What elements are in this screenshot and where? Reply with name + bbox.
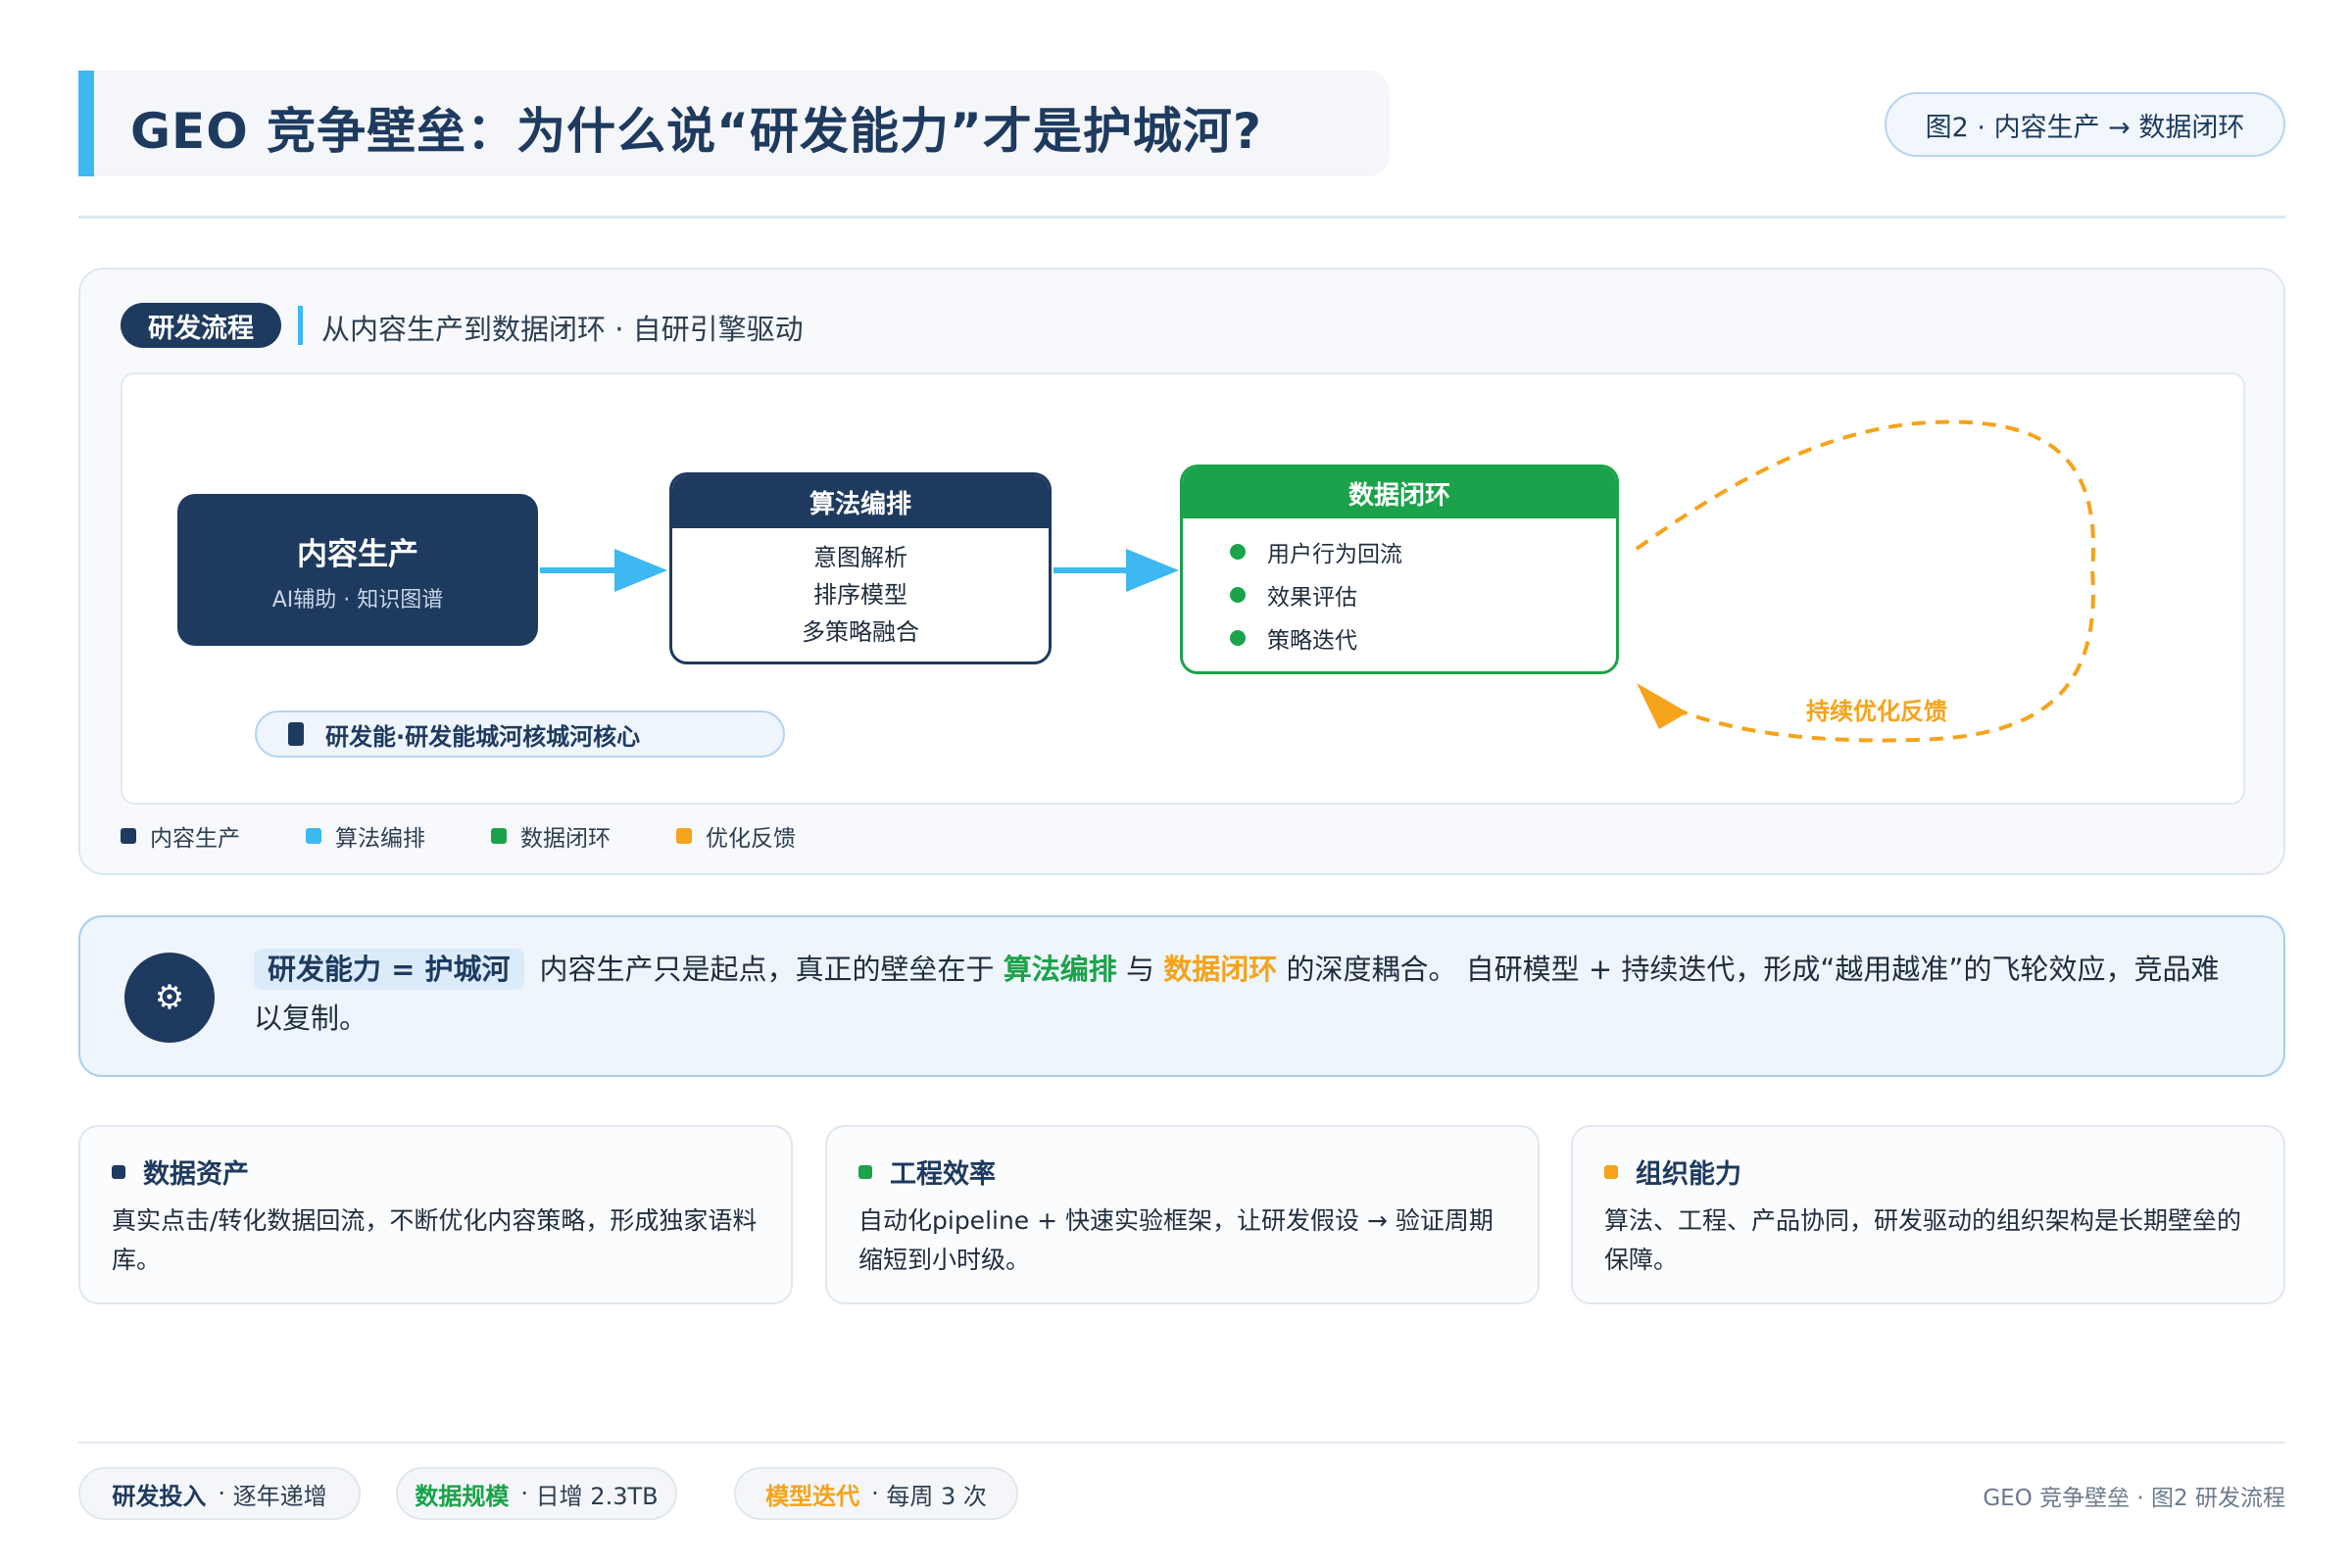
card-title: 组织能力 [1636, 1159, 1741, 1190]
figure-badge: 图2 · 内容生产 → 数据闭环 [1885, 92, 2285, 157]
card-body: 真实点击/转化数据回流，不断优化内容策略，形成独家语料库。 [112, 1206, 758, 1274]
flow-tag: 研发流程 [121, 303, 281, 348]
data-loop-item: 策略迭代 [1230, 616, 1616, 660]
card-marker [112, 1164, 125, 1179]
data-loop-item: 用户行为回流 [1230, 530, 1616, 573]
bullet-dot [1230, 630, 1246, 646]
node-content-production: 内容生产 AI辅助 · 知识图谱 [177, 494, 538, 646]
node-data-loop: 数据闭环 用户行为回流 效果评估 策略迭代 [1180, 465, 1619, 674]
card-body: 算法、工程、产品协同，研发驱动的组织架构是长期壁垒的保障。 [1604, 1206, 2242, 1274]
title-accent-bar [78, 71, 94, 176]
legend-swatch [121, 828, 136, 844]
flow-subtitle: 从内容生产到数据闭环 · 自研引擎驱动 [321, 313, 804, 346]
node-algorithm-title: 算法编排 [672, 475, 1049, 528]
footer-pill-model-iteration: 模型迭代 · 每周 3 次 [734, 1467, 1018, 1520]
card-marker [858, 1164, 872, 1179]
card-marker [1604, 1164, 1618, 1179]
gear-icon: ⚙ [124, 953, 215, 1043]
legend-item-algorithm: 算法编排 [306, 819, 491, 853]
legend-swatch [676, 828, 692, 844]
algorithm-line: 多策略融合 [802, 618, 919, 646]
card-org-capability: 组织能力 算法、工程、产品协同，研发驱动的组织架构是长期壁垒的保障。 [1571, 1125, 2285, 1304]
legend: 内容生产 算法编排 数据闭环 优化反馈 [121, 819, 861, 853]
node-content-title: 内容生产 [297, 537, 418, 572]
card-body: 自动化pipeline + 快速实验框架，让研发假设 → 验证周期缩短到小时级。 [858, 1206, 1494, 1274]
legend-item-data-loop: 数据闭环 [491, 819, 676, 853]
footer-pill-rd-investment: 研发投入 · 逐年递增 [78, 1467, 361, 1520]
card-title: 工程效率 [890, 1159, 996, 1190]
arrow-content-to-algo-head [614, 549, 667, 592]
algorithm-line: 排序模型 [813, 581, 907, 609]
footer-caption: GEO 竞争壁垒 · 图2 研发流程 [1983, 1486, 2285, 1511]
legend-item-feedback: 优化反馈 [676, 819, 861, 853]
core-label-pill: 研发能·研发能城河核城河核心 [255, 710, 785, 758]
data-loop-item: 效果评估 [1230, 573, 1616, 616]
term-data-loop: 数据闭环 [1163, 953, 1278, 986]
core-marker [288, 722, 304, 746]
card-title: 数据资产 [143, 1159, 249, 1190]
legend-swatch [306, 828, 321, 844]
legend-item-content: 内容生产 [121, 819, 306, 853]
node-algorithm: 算法编排 意图解析 排序模型 多策略融合 [669, 472, 1052, 664]
algorithm-line: 意图解析 [813, 544, 907, 571]
feedback-label: 持续优化反馈 [1806, 698, 1947, 725]
card-data-assets: 数据资产 真实点击/转化数据回流，不断优化内容策略，形成独家语料库。 [78, 1125, 793, 1304]
feedback-arrow-head [1637, 683, 1688, 729]
footer-pill-data-scale: 数据规模 · 日增 2.3TB [396, 1467, 677, 1520]
arrow-algo-to-data-head [1126, 549, 1179, 592]
term-algorithm: 算法编排 [1003, 953, 1117, 986]
core-label: 研发能·研发能城河核城河核心 [325, 722, 641, 751]
node-content-subtitle: AI辅助 · 知识图谱 [271, 588, 444, 612]
legend-swatch [491, 828, 507, 844]
node-data-loop-title: 数据闭环 [1183, 467, 1616, 518]
bullet-dot [1230, 587, 1246, 603]
insight-highlight: 研发能力 = 护城河 [254, 949, 524, 990]
page-title: GEO 竞争壁垒：为什么说“研发能力”才是护城河? [130, 103, 1262, 160]
bullet-dot [1230, 544, 1246, 560]
insight-text: 研发能力 = 护城河 内容生产只是起点，真正的壁垒在于 算法编排 与 数据闭环 的… [254, 945, 2235, 1043]
footer-divider [78, 1442, 2285, 1444]
subtitle-accent-bar [298, 306, 303, 345]
header-divider [78, 216, 2285, 219]
card-engineering-efficiency: 工程效率 自动化pipeline + 快速实验框架，让研发假设 → 验证周期缩短… [825, 1125, 1540, 1304]
